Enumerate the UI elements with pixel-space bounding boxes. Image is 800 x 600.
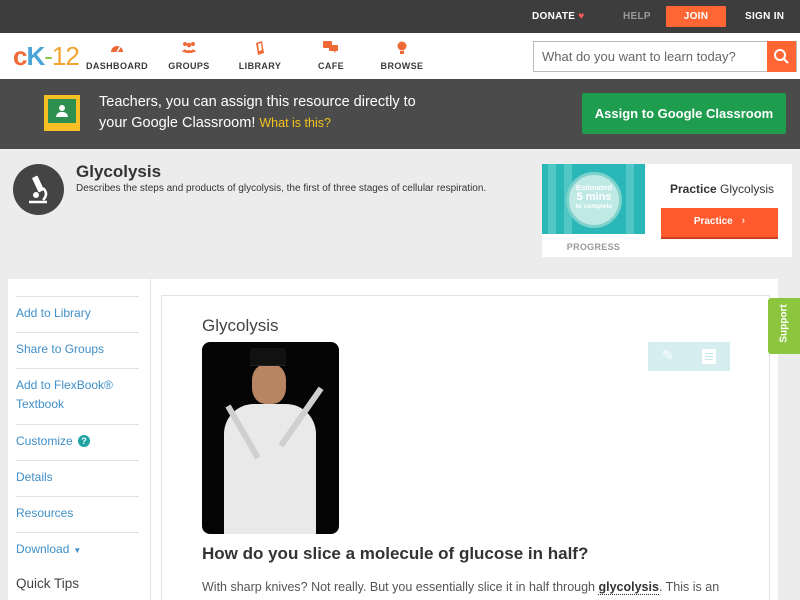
chevron-right-icon: ›: [741, 215, 746, 227]
concept-description: Describes the steps and products of glyc…: [76, 183, 487, 194]
practice-button[interactable]: Practice ›: [661, 208, 778, 239]
logo-c: c: [13, 41, 28, 71]
nav-groups[interactable]: GROUPS: [154, 41, 224, 71]
what-is-this-link[interactable]: What is this?: [259, 116, 331, 130]
assign-google-classroom-button[interactable]: Assign to Google Classroom: [582, 93, 786, 134]
nav-library-label: LIBRARY: [238, 61, 282, 71]
google-classroom-icon: [44, 95, 80, 131]
question-icon[interactable]: ?: [78, 435, 91, 447]
google-classroom-banner: Teachers, you can assign this resource d…: [0, 79, 800, 149]
sidebar: Add to Library Share to Groups Add to Fl…: [8, 279, 151, 600]
banner-line-1: Teachers, you can assign this resource d…: [99, 94, 416, 110]
sidebar-share-to-groups-label: Share to Groups: [16, 342, 105, 356]
sidebar-share-to-groups[interactable]: Share to Groups: [16, 332, 139, 359]
join-button[interactable]: JOIN: [666, 6, 726, 27]
estimate-badge: Estimated 5 mins to complete: [566, 172, 622, 228]
lesson-heading: How do you slice a molecule of glucose i…: [202, 544, 589, 563]
cafe-icon: [296, 41, 366, 57]
ck12-logo[interactable]: cK-12: [13, 41, 80, 71]
progress-label: PROGRESS: [566, 242, 621, 252]
donate-label: DONATE: [532, 11, 576, 22]
lesson-panel: Glycolysis ✎ How do you slice a molecule…: [161, 295, 770, 600]
nav-dashboard[interactable]: DASHBOARD: [82, 41, 152, 71]
sign-in-link[interactable]: SIGN IN: [745, 0, 784, 33]
nav-cafe-label: CAFE: [317, 61, 345, 71]
sidebar-add-to-library-label: Add to Library: [16, 306, 91, 320]
search-icon: [774, 49, 789, 64]
main-nav: cK-12 DASHBOARD GROUPS LIBRARY CAFE BROW…: [0, 33, 800, 79]
nav-dashboard-label: DASHBOARD: [85, 61, 149, 71]
support-tab[interactable]: Support: [768, 298, 800, 354]
quick-tips-heading[interactable]: Quick Tips: [16, 576, 79, 591]
support-label: Support: [778, 304, 790, 343]
help-link[interactable]: HELP: [623, 0, 651, 33]
donate-link[interactable]: DONATE ♥: [532, 0, 585, 33]
to-complete-label: to complete: [575, 203, 613, 210]
sidebar-download[interactable]: Download ▼: [16, 532, 139, 560]
sidebar-details[interactable]: Details: [16, 460, 139, 487]
logo-k: K: [26, 41, 45, 71]
lesson-paragraph: With sharp knives? Not really. But you e…: [202, 577, 732, 597]
practice-title-topic: Glycolysis: [720, 182, 775, 196]
sidebar-details-label: Details: [16, 470, 53, 484]
logo-12: 12: [51, 41, 80, 71]
nav-library[interactable]: LIBRARY: [225, 41, 295, 71]
sidebar-download-label: Download: [16, 542, 70, 556]
sidebar-customize-label: Customize: [16, 434, 73, 448]
lesson-title: Glycolysis: [202, 316, 279, 335]
nav-browse-label: BROWSE: [380, 61, 424, 71]
search-button[interactable]: [767, 41, 796, 72]
sidebar-add-to-flexbook[interactable]: Add to FlexBook® Textbook: [16, 368, 139, 414]
heart-icon: ♥: [578, 11, 585, 22]
sidebar-resources-label: Resources: [16, 506, 74, 520]
browse-icon: [367, 41, 437, 57]
library-icon: [225, 41, 295, 57]
sidebar-resources[interactable]: Resources: [16, 496, 139, 523]
dashboard-icon: [82, 41, 152, 57]
practice-title: Practice Glycolysis: [661, 182, 783, 196]
sidebar-customize[interactable]: Customize ?: [16, 424, 139, 451]
sidebar-add-to-flexbook-label-2: Textbook: [16, 397, 65, 411]
glossary-term-glycolysis[interactable]: glycolysis: [598, 580, 659, 595]
paragraph-text-end: . This is an: [658, 580, 720, 594]
banner-line-2: your Google Classroom!: [99, 115, 256, 131]
sidebar-add-to-library[interactable]: Add to Library: [16, 296, 139, 323]
groups-icon: [154, 41, 224, 57]
sidebar-add-to-flexbook-label: Add to FlexBook®: [16, 378, 113, 392]
notes-icon[interactable]: [702, 349, 716, 364]
banner-message: Teachers, you can assign this resource d…: [99, 92, 519, 134]
search-input[interactable]: [534, 42, 768, 71]
chef-with-knives-image: [202, 342, 339, 534]
practice-card: Estimated 5 mins to complete PROGRESS Pr…: [542, 164, 792, 257]
concept-title: Glycolysis: [76, 162, 162, 181]
annotation-tools: ✎: [648, 342, 730, 371]
practice-progress-image: Estimated 5 mins to complete: [542, 164, 645, 234]
estimated-minutes: 5 mins: [576, 191, 612, 203]
nav-cafe[interactable]: CAFE: [296, 41, 366, 71]
pencil-icon[interactable]: ✎: [662, 347, 674, 364]
paragraph-text-start: With sharp knives? Not really. But you e…: [202, 580, 599, 594]
practice-title-bold: Practice: [669, 182, 717, 196]
practice-button-label: Practice: [693, 216, 733, 227]
nav-browse[interactable]: BROWSE: [367, 41, 437, 71]
logo-dash: -: [44, 41, 53, 71]
microscope-icon: [13, 164, 64, 215]
content-area: Add to Library Share to Groups Add to Fl…: [8, 279, 778, 600]
caret-down-icon: ▼: [73, 546, 82, 555]
nav-groups-label: GROUPS: [168, 61, 210, 71]
top-bar: DONATE ♥ HELP JOIN SIGN IN: [0, 0, 800, 33]
search-box: [533, 41, 797, 72]
